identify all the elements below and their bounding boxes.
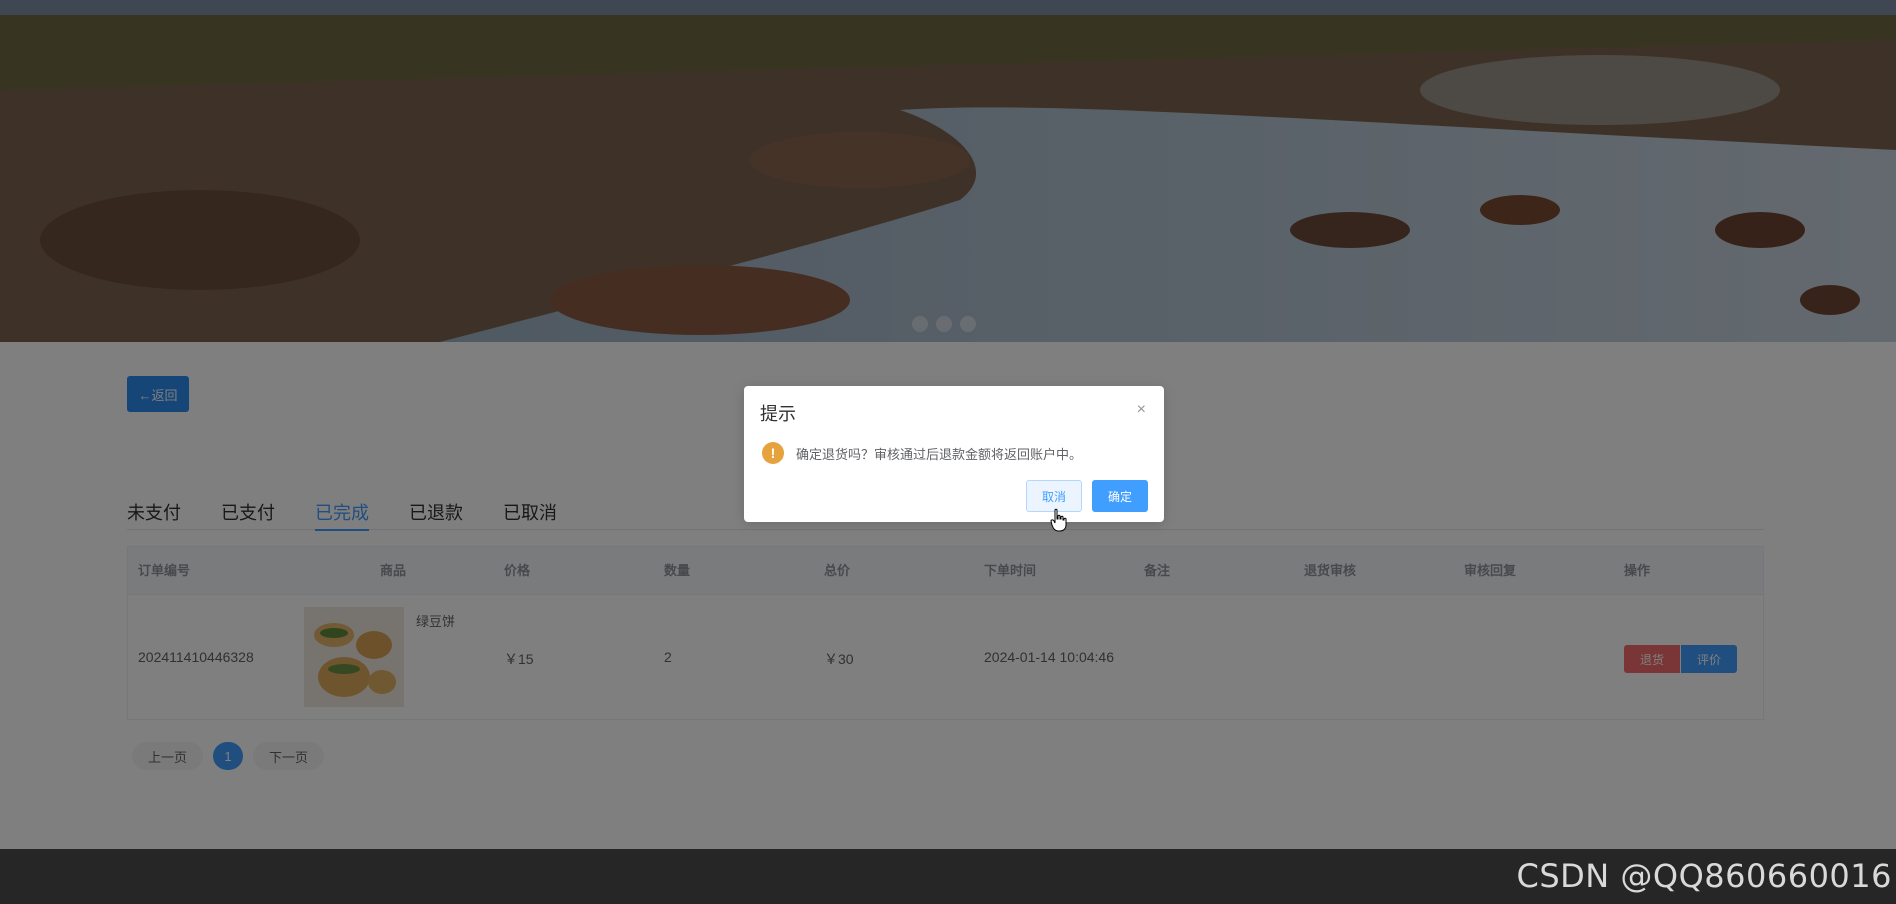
close-icon[interactable]: × xyxy=(1137,402,1146,418)
warning-icon: ! xyxy=(762,442,784,464)
dialog-title: 提示 xyxy=(760,404,796,424)
hand-pointer-cursor-icon xyxy=(1050,508,1067,532)
confirm-dialog: 提示 × ! 确定退货吗？审核通过后退款金额将返回账户中。 取消 确定 xyxy=(744,386,1164,522)
watermark-text: CSDN @QQ860660016 xyxy=(1516,857,1892,895)
footer-bar: CSDN @QQ860660016 xyxy=(0,849,1896,904)
confirm-button[interactable]: 确定 xyxy=(1092,480,1148,512)
dialog-message: 确定退货吗？审核通过后退款金额将返回账户中。 xyxy=(796,447,1083,462)
